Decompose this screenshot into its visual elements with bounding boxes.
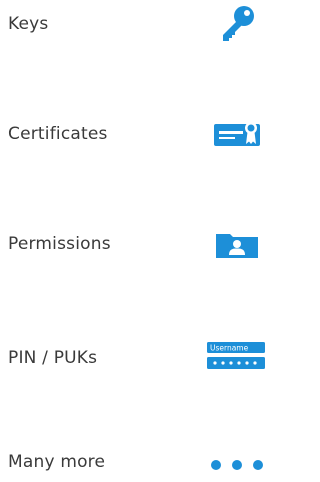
username-field-text: Username: [210, 344, 249, 353]
feature-label-keys: Keys: [8, 14, 49, 34]
feature-label-permissions: Permissions: [8, 234, 111, 254]
feature-item-certificates: Certificates: [0, 114, 265, 154]
more-dots-icon: [210, 456, 264, 470]
feature-item-many-more: Many more: [0, 442, 265, 482]
certificate-icon: [213, 118, 261, 150]
feature-label-many-more: Many more: [8, 452, 106, 472]
key-icon: [217, 4, 257, 44]
feature-item-pin-puks: PIN / PUKs Username: [0, 338, 265, 378]
feature-item-permissions: Permissions: [0, 224, 265, 264]
feature-label-pin-puks: PIN / PUKs: [8, 348, 98, 368]
feature-label-certificates: Certificates: [8, 124, 108, 144]
permissions-folder-icon: [214, 228, 260, 260]
pin-puk-field-icon: Username: [206, 340, 266, 376]
feature-item-keys: Keys: [0, 4, 265, 44]
